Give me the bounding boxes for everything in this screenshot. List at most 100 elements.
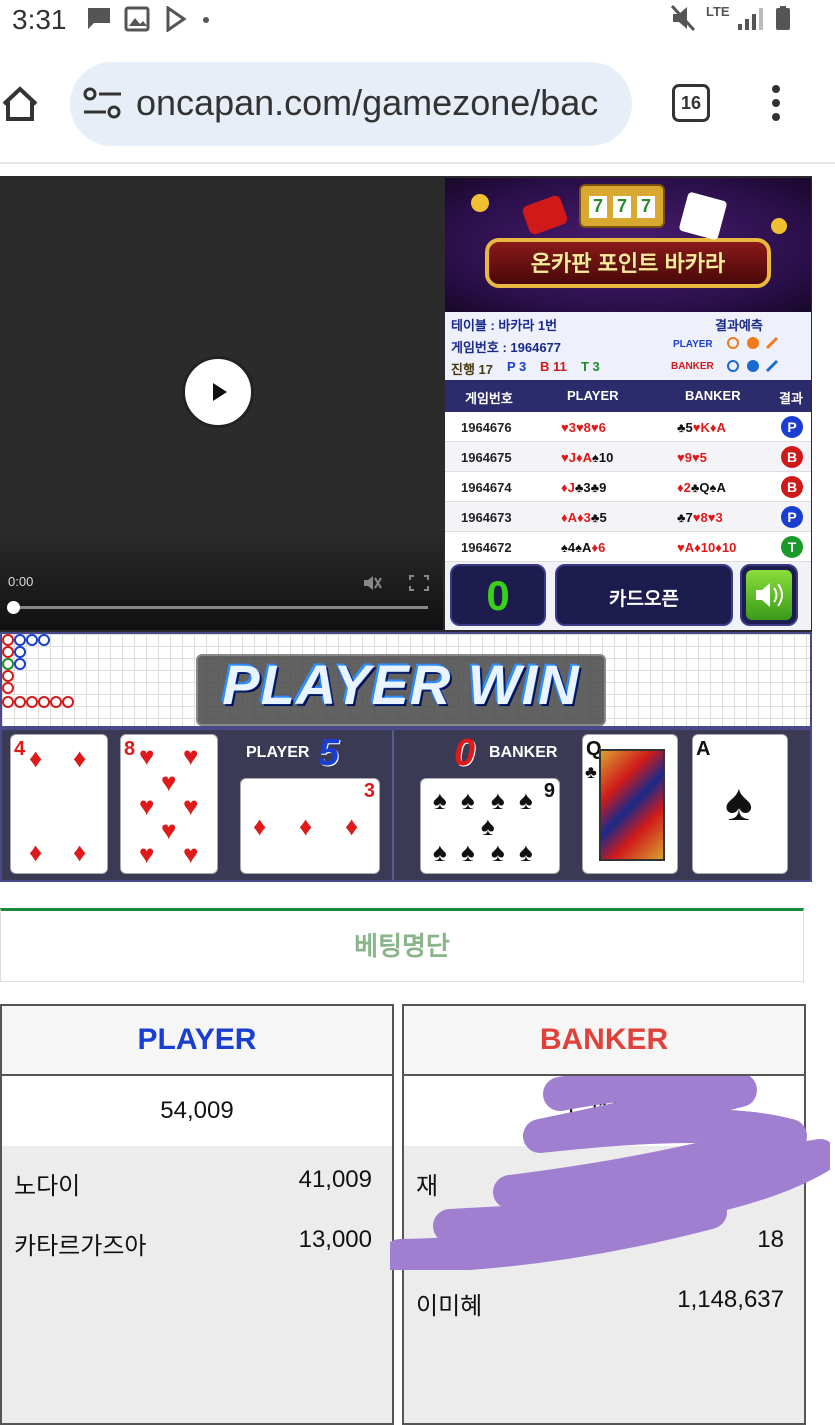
banker-hand-label: BANKER	[489, 744, 558, 761]
history-card-suit: ♥	[561, 420, 569, 435]
history-card-rank: A	[716, 480, 726, 495]
card-suit: ♠	[491, 785, 505, 815]
card-open-button[interactable]: 카드오픈	[555, 564, 733, 626]
history-card-rank: 6	[598, 540, 606, 555]
card-suit: ♥	[139, 791, 155, 821]
coin-icon	[771, 218, 787, 234]
card-suit: ♦	[29, 743, 43, 773]
bettor-name: 노다이	[14, 1173, 81, 1200]
slot-digit: 7	[589, 196, 607, 218]
card-suit: ♠	[725, 774, 753, 832]
history-card-suit: ♦	[577, 510, 584, 525]
dice-icon	[521, 194, 569, 236]
bet-amount: 13,000	[298, 1226, 372, 1253]
url-text[interactable]: oncapan.com/gamezone/bac	[136, 82, 616, 124]
slot-digit: 7	[613, 196, 631, 218]
coin-icon	[471, 194, 489, 212]
history-result-badge: B	[781, 476, 803, 498]
history-card-rank: A	[684, 540, 695, 555]
history-card-rank: 7	[685, 510, 693, 525]
history-game-number: 1964674	[461, 480, 512, 495]
sound-button[interactable]	[740, 564, 798, 626]
card-rank: A	[696, 738, 711, 760]
play-icon	[213, 383, 227, 401]
video-time: 0:00	[8, 574, 34, 589]
history-player-cards: ♦J♣3♣9	[561, 480, 606, 495]
video-controls[interactable]	[362, 574, 432, 592]
history-card-suit: ♥	[590, 420, 599, 435]
history-result-badge: P	[781, 506, 803, 528]
site-settings-icon[interactable]	[82, 86, 124, 122]
bet-row: 노다이 41,009	[2, 1150, 392, 1210]
history-result-badge: B	[781, 446, 803, 468]
history-game-number: 1964673	[461, 510, 512, 525]
history-card-rank: Q	[699, 480, 710, 495]
table-info: 테이블 : 바카라 1번 게임번호 : 1964677 진행 17 P 3 B …	[445, 312, 811, 380]
player-hand-score: 5	[318, 732, 340, 774]
history-row: 1964674 ♦J♣3♣9 ♦2♣Q♠A B	[445, 472, 811, 502]
player-card-1: 4 ♦ ♦ ♦ ♦	[10, 734, 108, 874]
bet-amount: 41,009	[298, 1166, 372, 1193]
status-bar: 3:31 LTE	[0, 0, 835, 40]
card-rank: 8	[124, 738, 136, 760]
history-card-rank: 6	[598, 420, 606, 435]
history-banker-cards: ♦2♣Q♠A	[677, 480, 726, 495]
card-suit: ♠	[433, 837, 447, 867]
home-icon[interactable]	[0, 84, 40, 124]
speaker-icon	[756, 583, 783, 607]
menu-icon[interactable]	[766, 84, 786, 124]
card-suit: ♦	[345, 811, 359, 841]
history-card-rank: J	[567, 480, 575, 495]
video-progress-handle[interactable]	[7, 601, 20, 614]
history-card-suit: ♣	[677, 510, 686, 525]
history-player-cards: ♠4♠A♦6	[561, 540, 605, 555]
history-banker-cards: ♣7♥8♥3	[677, 510, 723, 525]
history-card-rank: 3	[583, 510, 591, 525]
history-banker-cards: ♥A♦10♦10	[677, 540, 736, 555]
history-game-number: 1964672	[461, 540, 512, 555]
card-suit: ♣	[585, 762, 597, 782]
history-row: 1964673 ♦A♦3♣5 ♣7♥8♥3 P	[445, 502, 811, 532]
history-col-player: PLAYER	[567, 388, 619, 403]
predict-banker-label: BANKER	[671, 361, 714, 372]
play-button[interactable]	[182, 356, 254, 428]
card-suit: ♥	[183, 791, 199, 821]
betting-list-title: 베팅명단	[354, 931, 450, 961]
tab-count-button[interactable]: 16	[672, 84, 710, 122]
history-card-suit: ♠	[591, 450, 599, 465]
history-card-rank: 9	[684, 450, 692, 465]
history-header: 게임번호 PLAYER BANKER 결과	[445, 380, 811, 412]
history-row: 1964676 ♥3♥8♥6 ♣5♥K♦A P	[445, 412, 811, 442]
history-card-rank: 2	[683, 480, 691, 495]
banker-hand-score: 0	[454, 732, 476, 774]
history-card-rank: 9	[599, 480, 607, 495]
history-card-rank: 5	[599, 510, 607, 525]
history-row: 1964672 ♠4♠A♦6 ♥A♦10♦10 T	[445, 532, 811, 562]
redaction-scribble	[390, 1076, 830, 1270]
banner-title: 온카판 포인트 바카라	[530, 251, 726, 276]
player-count: P 3	[507, 359, 527, 374]
history-card-suit: ♦	[677, 480, 684, 495]
card-suit: ♠	[461, 837, 475, 867]
history-card-rank: K	[700, 420, 710, 435]
prediction-icons[interactable]	[725, 336, 785, 376]
queen-figure	[599, 749, 665, 861]
bet-row: 이미혜 1,148,637	[404, 1270, 804, 1330]
history-game-number: 1964676	[461, 420, 512, 435]
card-suit: ♥	[139, 839, 155, 869]
card-suit: ♠	[519, 837, 533, 867]
history-banker-cards: ♥9♥5	[677, 450, 707, 465]
history-player-cards: ♦A♦3♣5	[561, 510, 607, 525]
video-progress-track[interactable]	[10, 606, 428, 609]
card-suit: ♠	[481, 811, 495, 841]
history-card-suit: ♥	[677, 540, 685, 555]
card-suit: ♥	[183, 839, 199, 869]
history-card-suit: ♣	[677, 420, 686, 435]
card-suit: ♥	[183, 741, 199, 771]
player-card-2: 8 ♥ ♥ ♥ ♥ ♥ ♥ ♥ ♥	[120, 734, 218, 874]
card-rank: 3	[363, 780, 375, 802]
history-card-rank: 10	[598, 450, 614, 465]
history-col-no: 게임번호	[465, 391, 513, 406]
history-card-suit: ♦	[561, 480, 568, 495]
history-banker-cards: ♣5♥K♦A	[677, 420, 726, 435]
